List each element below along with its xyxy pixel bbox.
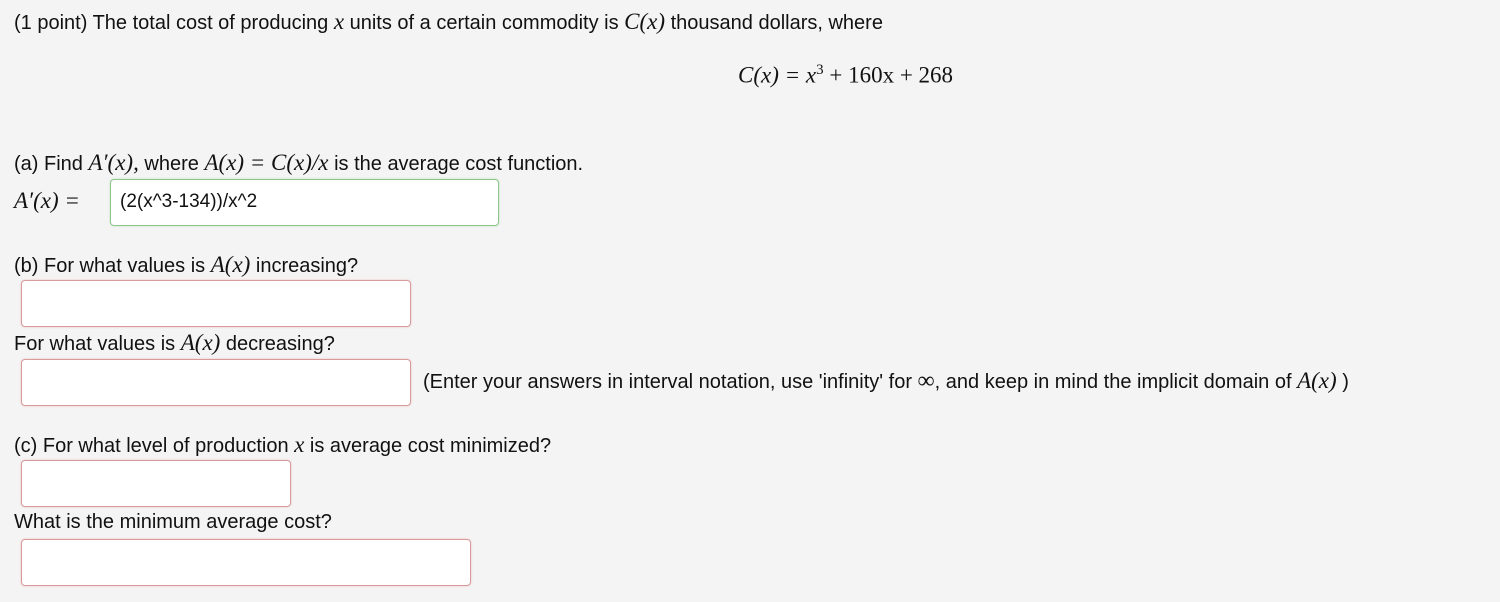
- part-b-label: (b) For what values is: [14, 255, 206, 277]
- part-b-increasing-question: (b) For what values is A(x) increasing?: [14, 252, 358, 278]
- part-c-text: is average cost minimized?: [309, 435, 552, 457]
- intro-function: C(x): [624, 9, 666, 34]
- part-c-variable: x: [294, 432, 305, 457]
- part-a-text: is the average cost function.: [334, 153, 584, 175]
- intro-text: (1 point) The total cost of producing: [14, 12, 329, 34]
- intro-text-end: thousand dollars, where: [670, 12, 883, 34]
- part-b-decreasing-input[interactable]: [21, 359, 411, 406]
- equation-exponent: 3: [816, 62, 824, 78]
- part-a-answer-input[interactable]: (2(x^3-134))/x^2: [110, 179, 499, 226]
- part-b-text: increasing?: [255, 255, 359, 277]
- decreasing-text: For what values is: [14, 333, 176, 355]
- part-c-min-cost-input[interactable]: [21, 539, 471, 586]
- part-a-question: (a) Find A′(x), where A(x) = C(x)/x is t…: [14, 150, 583, 176]
- hint-text-end: ): [1342, 371, 1349, 393]
- part-c-level-question: (c) For what level of production x is av…: [14, 432, 551, 458]
- part-a-where: where: [144, 153, 199, 175]
- cost-equation: C(x) = x3 + 160x + 268: [738, 62, 953, 89]
- part-a-label: (a) Find: [14, 153, 83, 175]
- interval-notation-hint: (Enter your answers in interval notation…: [423, 368, 1349, 395]
- hint-text-mid: , and keep in mind the implicit domain o…: [934, 371, 1292, 393]
- equation-rhs: + 160x + 268: [829, 62, 954, 88]
- equation-lhs: C(x) = x: [738, 62, 817, 88]
- part-b-decreasing-question: For what values is A(x) decreasing?: [14, 330, 335, 356]
- part-a-derivative: A′(x),: [88, 150, 139, 175]
- part-a-definition: A(x) = C(x)/x: [204, 150, 329, 175]
- part-c-min-cost-question: What is the minimum average cost?: [14, 511, 332, 533]
- decreasing-text-end: decreasing?: [225, 333, 335, 355]
- part-c-level-input[interactable]: [21, 460, 291, 507]
- decreasing-function: A(x): [180, 330, 221, 355]
- part-b-function: A(x): [210, 252, 251, 277]
- problem-intro: (1 point) The total cost of producing x …: [14, 9, 883, 35]
- infinity-symbol: ∞: [917, 368, 935, 394]
- hint-function: A(x): [1297, 368, 1337, 393]
- intro-text-mid: units of a certain commodity is: [349, 12, 619, 34]
- part-a-answer-label: A′(x) =: [14, 188, 80, 213]
- intro-variable: x: [333, 9, 345, 34]
- part-c-label: (c) For what level of production: [14, 435, 289, 457]
- part-b-increasing-input[interactable]: [21, 280, 411, 327]
- hint-text: (Enter your answers in interval notation…: [423, 371, 912, 393]
